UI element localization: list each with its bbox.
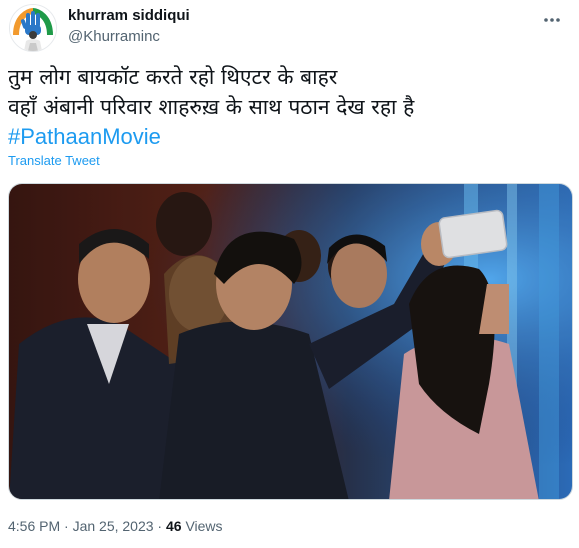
author-display-name[interactable]: khurram siddiqui (68, 7, 190, 25)
tweet-timestamp[interactable]: 4:56 PM · Jan 25, 2023 · (8, 518, 162, 534)
author-names: khurram siddiqui @Khurraminc (68, 7, 190, 46)
hashtag-link[interactable]: #PathaanMovie (8, 122, 568, 152)
tweet-text-line-1: तुम लोग बायकॉट करते रहो थिएटर के बाहर (8, 65, 338, 89)
author-handle[interactable]: @Khurraminc (68, 28, 190, 46)
translate-tweet-link[interactable]: Translate Tweet (8, 153, 100, 168)
more-horizontal-icon (544, 18, 560, 22)
more-options-button[interactable] (541, 9, 563, 31)
selfie-photo-image (9, 184, 572, 499)
views-label: Views (185, 518, 223, 534)
tweet-meta: 4:56 PM · Jan 25, 2023 · 46 Views (8, 518, 223, 534)
avatar[interactable] (9, 4, 57, 52)
party-logo-avatar-icon (10, 5, 56, 51)
tweet-text: तुम लोग बायकॉट करते रहो थिएटर के बाहर वह… (8, 62, 568, 152)
tweet-media-photo[interactable] (8, 183, 573, 500)
tweet-text-line-2: वहाँ अंबानी परिवार शाहरुख़ के साथ पठान द… (8, 95, 415, 119)
views-count: 46 (165, 518, 182, 534)
tweet-header: khurram siddiqui @Khurraminc (8, 3, 571, 53)
